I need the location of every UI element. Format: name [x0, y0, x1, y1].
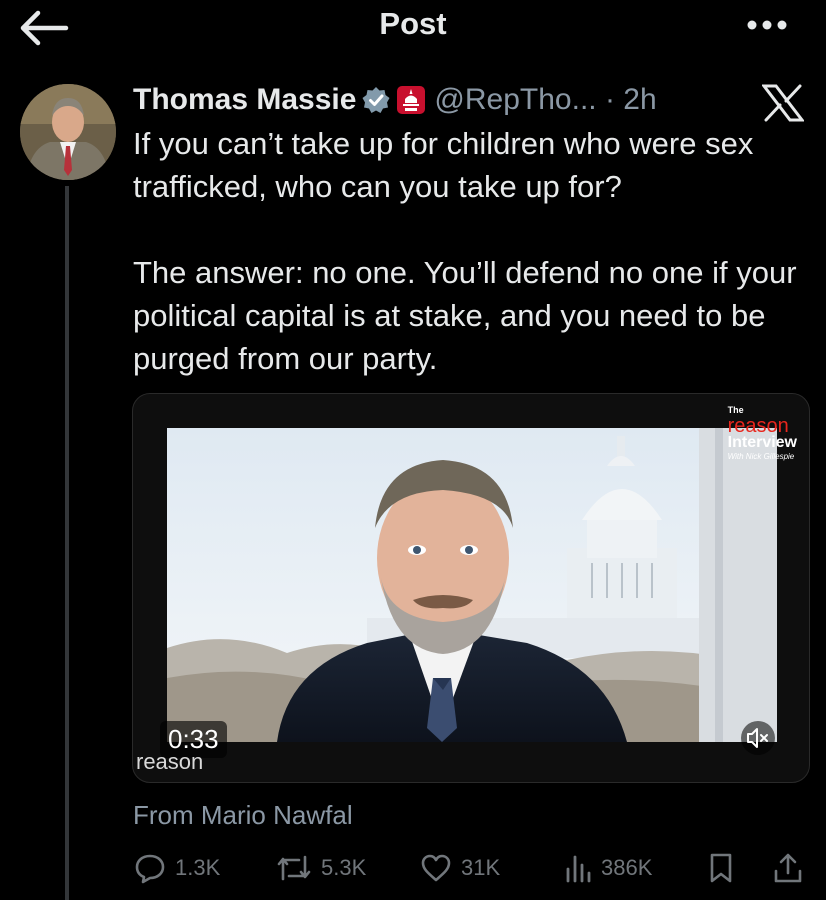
top-bar: Post	[0, 0, 826, 60]
thread-line	[65, 186, 69, 900]
verified-badge-icon	[362, 87, 390, 113]
government-badge-icon	[397, 86, 426, 114]
views-chart-icon	[566, 855, 591, 883]
more-options-icon[interactable]	[744, 10, 790, 40]
views-button[interactable]: 386K	[563, 848, 652, 888]
action-bar: 1.3K 5.3K 31K 386K	[133, 848, 813, 888]
muted-speaker-icon	[747, 728, 768, 748]
reply-icon	[135, 854, 165, 884]
repost-button[interactable]: 5.3K	[275, 848, 366, 888]
logo-the: The	[727, 405, 744, 415]
like-button[interactable]: 31K	[419, 848, 500, 888]
source-attribution[interactable]: From Mario Nawfal	[133, 800, 353, 831]
share-icon[interactable]	[771, 851, 805, 885]
avatar[interactable]	[20, 84, 116, 180]
video-brand-watermark: reason	[136, 749, 204, 774]
page-title: Post	[379, 6, 447, 41]
logo-reason: reason	[727, 415, 789, 437]
reply-button[interactable]: 1.3K	[133, 848, 220, 888]
video-frame	[167, 428, 777, 742]
tweet-text: If you can’t take up for children who we…	[133, 122, 813, 380]
like-count: 31K	[461, 855, 501, 880]
bookmark-icon[interactable]	[707, 851, 735, 885]
author-name[interactable]: Thomas Massie	[133, 83, 356, 117]
tweet-paragraph: If you can’t take up for children who we…	[133, 126, 754, 204]
tweet-paragraph: The answer: no one. You’ll defend no one…	[133, 255, 797, 376]
repost-count: 5.3K	[321, 855, 367, 880]
repost-icon	[277, 855, 311, 881]
video-player[interactable]: The reason Interview With Nick Gillespie…	[132, 393, 810, 783]
logo-interview: Interview	[727, 434, 797, 451]
mute-toggle[interactable]	[741, 721, 775, 755]
heart-icon	[421, 854, 451, 882]
views-count: 386K	[601, 855, 653, 880]
tweet-header: Thomas Massie @RepTho... · 2h	[133, 80, 693, 120]
reason-interview-logo: The reason Interview With Nick Gillespie	[728, 406, 797, 461]
x-logo-icon	[762, 84, 804, 122]
handle-and-time[interactable]: @RepTho... · 2h	[434, 83, 656, 117]
logo-with: With Nick Gillespie	[727, 452, 795, 461]
reply-count: 1.3K	[175, 855, 221, 880]
